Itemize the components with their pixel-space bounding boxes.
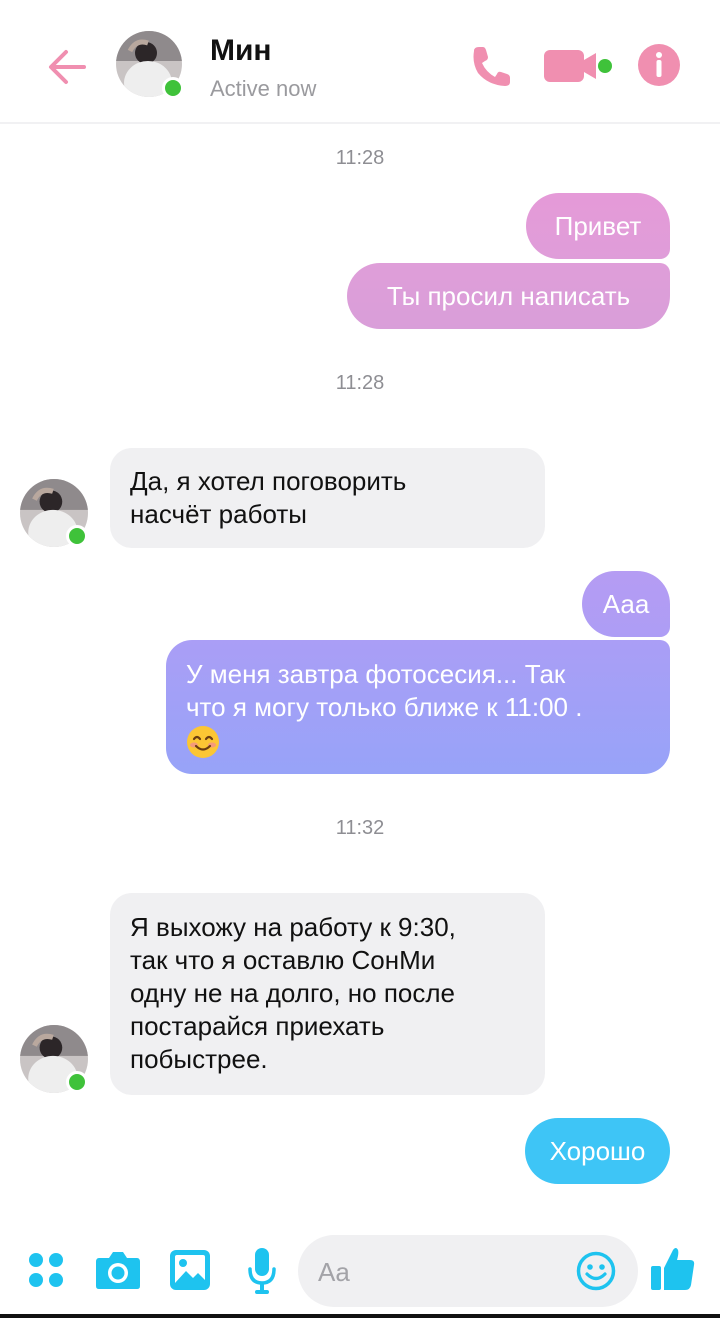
message-line: постарайся приехать — [130, 1011, 385, 1041]
message-line: одну не на долго, но после — [130, 978, 455, 1008]
gallery-button[interactable] — [170, 1250, 210, 1295]
online-indicator — [66, 525, 88, 547]
thumbs-up-icon — [651, 1248, 695, 1290]
video-camera-icon — [544, 50, 612, 82]
arrow-left-icon — [49, 50, 86, 84]
more-actions-button[interactable] — [28, 1252, 64, 1293]
sender-avatar[interactable] — [20, 1025, 88, 1093]
incoming-message[interactable]: Я выхожу на работу к 9:30, так что я ост… — [110, 893, 545, 1095]
outgoing-message[interactable]: Ты просил написать — [347, 263, 670, 329]
emoji-button[interactable] — [576, 1251, 616, 1296]
like-button[interactable] — [650, 1246, 696, 1297]
message-line: побыстрее. — [130, 1044, 268, 1074]
message-line: Я выхожу на работу к 9:30, — [130, 912, 456, 942]
phone-icon — [473, 47, 510, 86]
message-timestamp: 11:28 — [335, 372, 385, 394]
message-timestamp: 11:28 — [335, 147, 385, 169]
message-line: насчёт работы — [130, 499, 307, 529]
message-input[interactable]: Aa — [298, 1235, 638, 1307]
message-line: У меня завтра фотосесия... Так — [186, 659, 566, 689]
message-line: Да, я хотел поговорить — [130, 466, 407, 496]
info-button[interactable] — [638, 44, 680, 86]
info-icon — [638, 44, 680, 86]
voice-message-button[interactable] — [247, 1248, 277, 1299]
camera-icon — [96, 1252, 140, 1289]
microphone-icon — [248, 1248, 276, 1294]
video-call-button[interactable] — [544, 48, 614, 84]
four-dots-icon — [29, 1253, 63, 1287]
call-button[interactable] — [468, 45, 512, 87]
online-indicator — [162, 77, 184, 99]
smiling-face-emoji — [186, 725, 650, 767]
outgoing-message[interactable]: У меня завтра фотосесия... Так что я мог… — [166, 640, 670, 774]
online-indicator — [66, 1071, 88, 1093]
contact-name[interactable]: Мин — [210, 34, 272, 68]
message-composer: Aa — [0, 1226, 720, 1318]
message-placeholder: Aa — [318, 1257, 350, 1287]
system-bottom-edge — [0, 1314, 720, 1318]
camera-button[interactable] — [95, 1250, 141, 1295]
outgoing-message[interactable]: Ааа — [582, 571, 670, 637]
message-line: так что я оставлю СонМи — [130, 945, 436, 975]
message-timestamp: 11:32 — [335, 817, 385, 839]
incoming-message[interactable]: Да, я хотел поговорить насчёт работы — [110, 448, 545, 548]
contact-avatar[interactable] — [116, 31, 184, 99]
back-button[interactable] — [44, 44, 90, 90]
smiley-icon — [576, 1251, 616, 1291]
contact-status: Active now — [210, 76, 317, 101]
outgoing-message[interactable]: Привет — [526, 193, 670, 259]
image-icon — [170, 1250, 210, 1290]
chat-header: Мин Active now — [0, 0, 720, 124]
message-line: что я могу только ближе к 11:00 . — [186, 692, 583, 722]
sender-avatar[interactable] — [20, 479, 88, 547]
outgoing-message[interactable]: Хорошо — [525, 1118, 670, 1184]
